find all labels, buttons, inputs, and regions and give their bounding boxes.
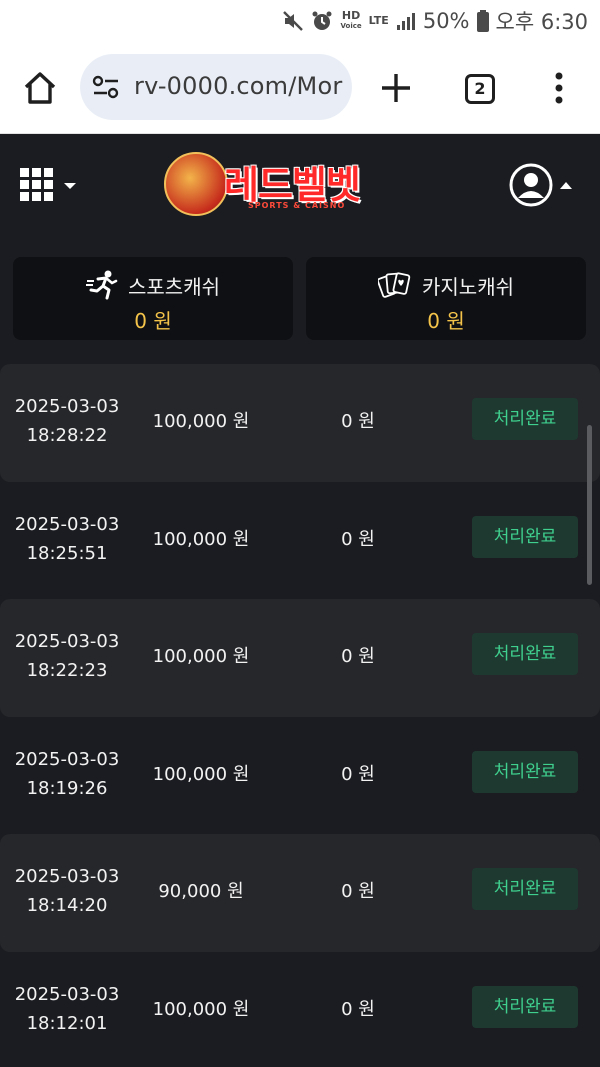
sports-cash-card: 스포츠캐쉬 0 원 [13, 257, 293, 340]
list-item: 2025-03-03 18:19:26 100,000 원 0 원 처리완료 [0, 717, 600, 835]
user-account-icon[interactable] [508, 162, 578, 208]
transaction-datetime: 2025-03-03 18:22:23 [0, 627, 134, 685]
transaction-datetime: 2025-03-03 18:12:01 [0, 980, 134, 1038]
more-menu-icon[interactable] [548, 71, 570, 105]
status-badge: 처리완료 [472, 868, 578, 910]
battery-icon [476, 10, 489, 32]
casino-cash-card: 카지노캐쉬 0 원 [306, 257, 586, 340]
sports-cash-label: 스포츠캐쉬 [128, 274, 220, 299]
transaction-time: 18:14:20 [26, 895, 108, 916]
list-item: 2025-03-03 18:14:20 90,000 원 0 원 처리완료 [0, 834, 600, 952]
transaction-date: 2025-03-03 [14, 513, 120, 535]
casino-cash-label: 카지노캐쉬 [422, 274, 514, 299]
status-badge: 처리완료 [472, 985, 578, 1028]
list-item: 2025-03-03 18:28:22 100,000 원 0 원 처리완료 [0, 364, 600, 482]
clock: 오후 6:30 [495, 10, 588, 34]
address-bar[interactable]: rv-0000.com/Mor [80, 54, 352, 120]
transaction-bonus: 0 원 [341, 411, 375, 432]
transaction-time: 18:19:26 [26, 777, 108, 799]
transaction-date: 2025-03-03 [14, 866, 120, 887]
transaction-amount: 100,000 원 [152, 411, 250, 432]
alarm-icon [312, 11, 332, 30]
status-badge: 처리완료 [472, 398, 578, 440]
transaction-datetime: 2025-03-03 18:19:26 [0, 745, 134, 803]
status-badge: 처리완료 [472, 633, 578, 675]
transaction-time: 18:28:22 [26, 425, 108, 446]
new-tab-icon[interactable] [380, 72, 412, 104]
transaction-date: 2025-03-03 [14, 396, 120, 417]
transaction-datetime: 2025-03-03 18:28:22 [0, 392, 134, 450]
transaction-date: 2025-03-03 [14, 748, 120, 770]
transaction-bonus: 0 원 [341, 646, 375, 667]
tab-switcher-button[interactable]: 2 [465, 74, 495, 104]
transaction-time: 18:25:51 [26, 542, 108, 564]
voice-label: Voice [340, 22, 362, 30]
site-settings-icon[interactable] [92, 74, 120, 100]
status-badge: 처리완료 [472, 515, 578, 558]
status-bar: HD Voice LTE 50% 오후 6:30 [0, 0, 600, 40]
playing-cards-icon [378, 272, 411, 298]
transaction-date: 2025-03-03 [14, 631, 120, 652]
transaction-list: 2025-03-03 18:28:22 100,000 원 0 원 처리완료 2… [0, 364, 600, 1067]
mute-icon [283, 11, 304, 31]
transaction-amount: 100,000 원 [152, 763, 250, 785]
transaction-amount: 100,000 원 [152, 528, 250, 550]
list-item: 2025-03-03 18:25:51 100,000 원 0 원 처리완료 [0, 482, 600, 600]
casino-cash-value: 0 원 [427, 309, 465, 333]
transaction-amount: 90,000 원 [158, 881, 244, 902]
site-logo[interactable]: 레드벨벳 SPORTS & CAISNO [164, 150, 374, 220]
transaction-datetime: 2025-03-03 18:25:51 [0, 510, 134, 568]
battery-percent: 50% [422, 9, 470, 33]
home-icon[interactable] [20, 68, 60, 108]
lte-label: LTE [368, 14, 389, 27]
logo-subtitle: SPORTS & CAISNO [248, 201, 346, 210]
sports-cash-value: 0 원 [134, 309, 172, 333]
transaction-bonus: 0 원 [341, 998, 375, 1020]
browser-toolbar: rv-0000.com/Mor 2 [0, 40, 600, 134]
page-scrollbar[interactable] [587, 425, 592, 585]
transaction-bonus: 0 원 [341, 528, 375, 550]
transaction-bonus: 0 원 [341, 763, 375, 785]
transaction-bonus: 0 원 [341, 881, 375, 902]
transaction-amount: 100,000 원 [152, 646, 250, 667]
transaction-date: 2025-03-03 [14, 983, 120, 1005]
list-item: 2025-03-03 18:22:23 100,000 원 0 원 처리완료 [0, 599, 600, 717]
signal-icon [396, 13, 415, 30]
grid-menu-icon[interactable] [20, 168, 78, 204]
site-header: 레드벨벳 SPORTS & CAISNO [0, 135, 600, 245]
url-text[interactable]: rv-0000.com/Mor [134, 72, 342, 100]
status-badge: 처리완료 [472, 750, 578, 793]
transaction-datetime: 2025-03-03 18:14:20 [0, 862, 134, 920]
list-item: 2025-03-03 18:12:01 100,000 원 0 원 처리완료 [0, 952, 600, 1067]
transaction-amount: 100,000 원 [152, 998, 250, 1020]
hd-voice-indicator: HD Voice [340, 9, 362, 31]
running-icon [86, 270, 118, 300]
hd-label: HD [341, 9, 361, 22]
transaction-time: 18:12:01 [26, 1012, 108, 1034]
transaction-time: 18:22:23 [26, 660, 108, 681]
logo-emblem [164, 152, 228, 216]
